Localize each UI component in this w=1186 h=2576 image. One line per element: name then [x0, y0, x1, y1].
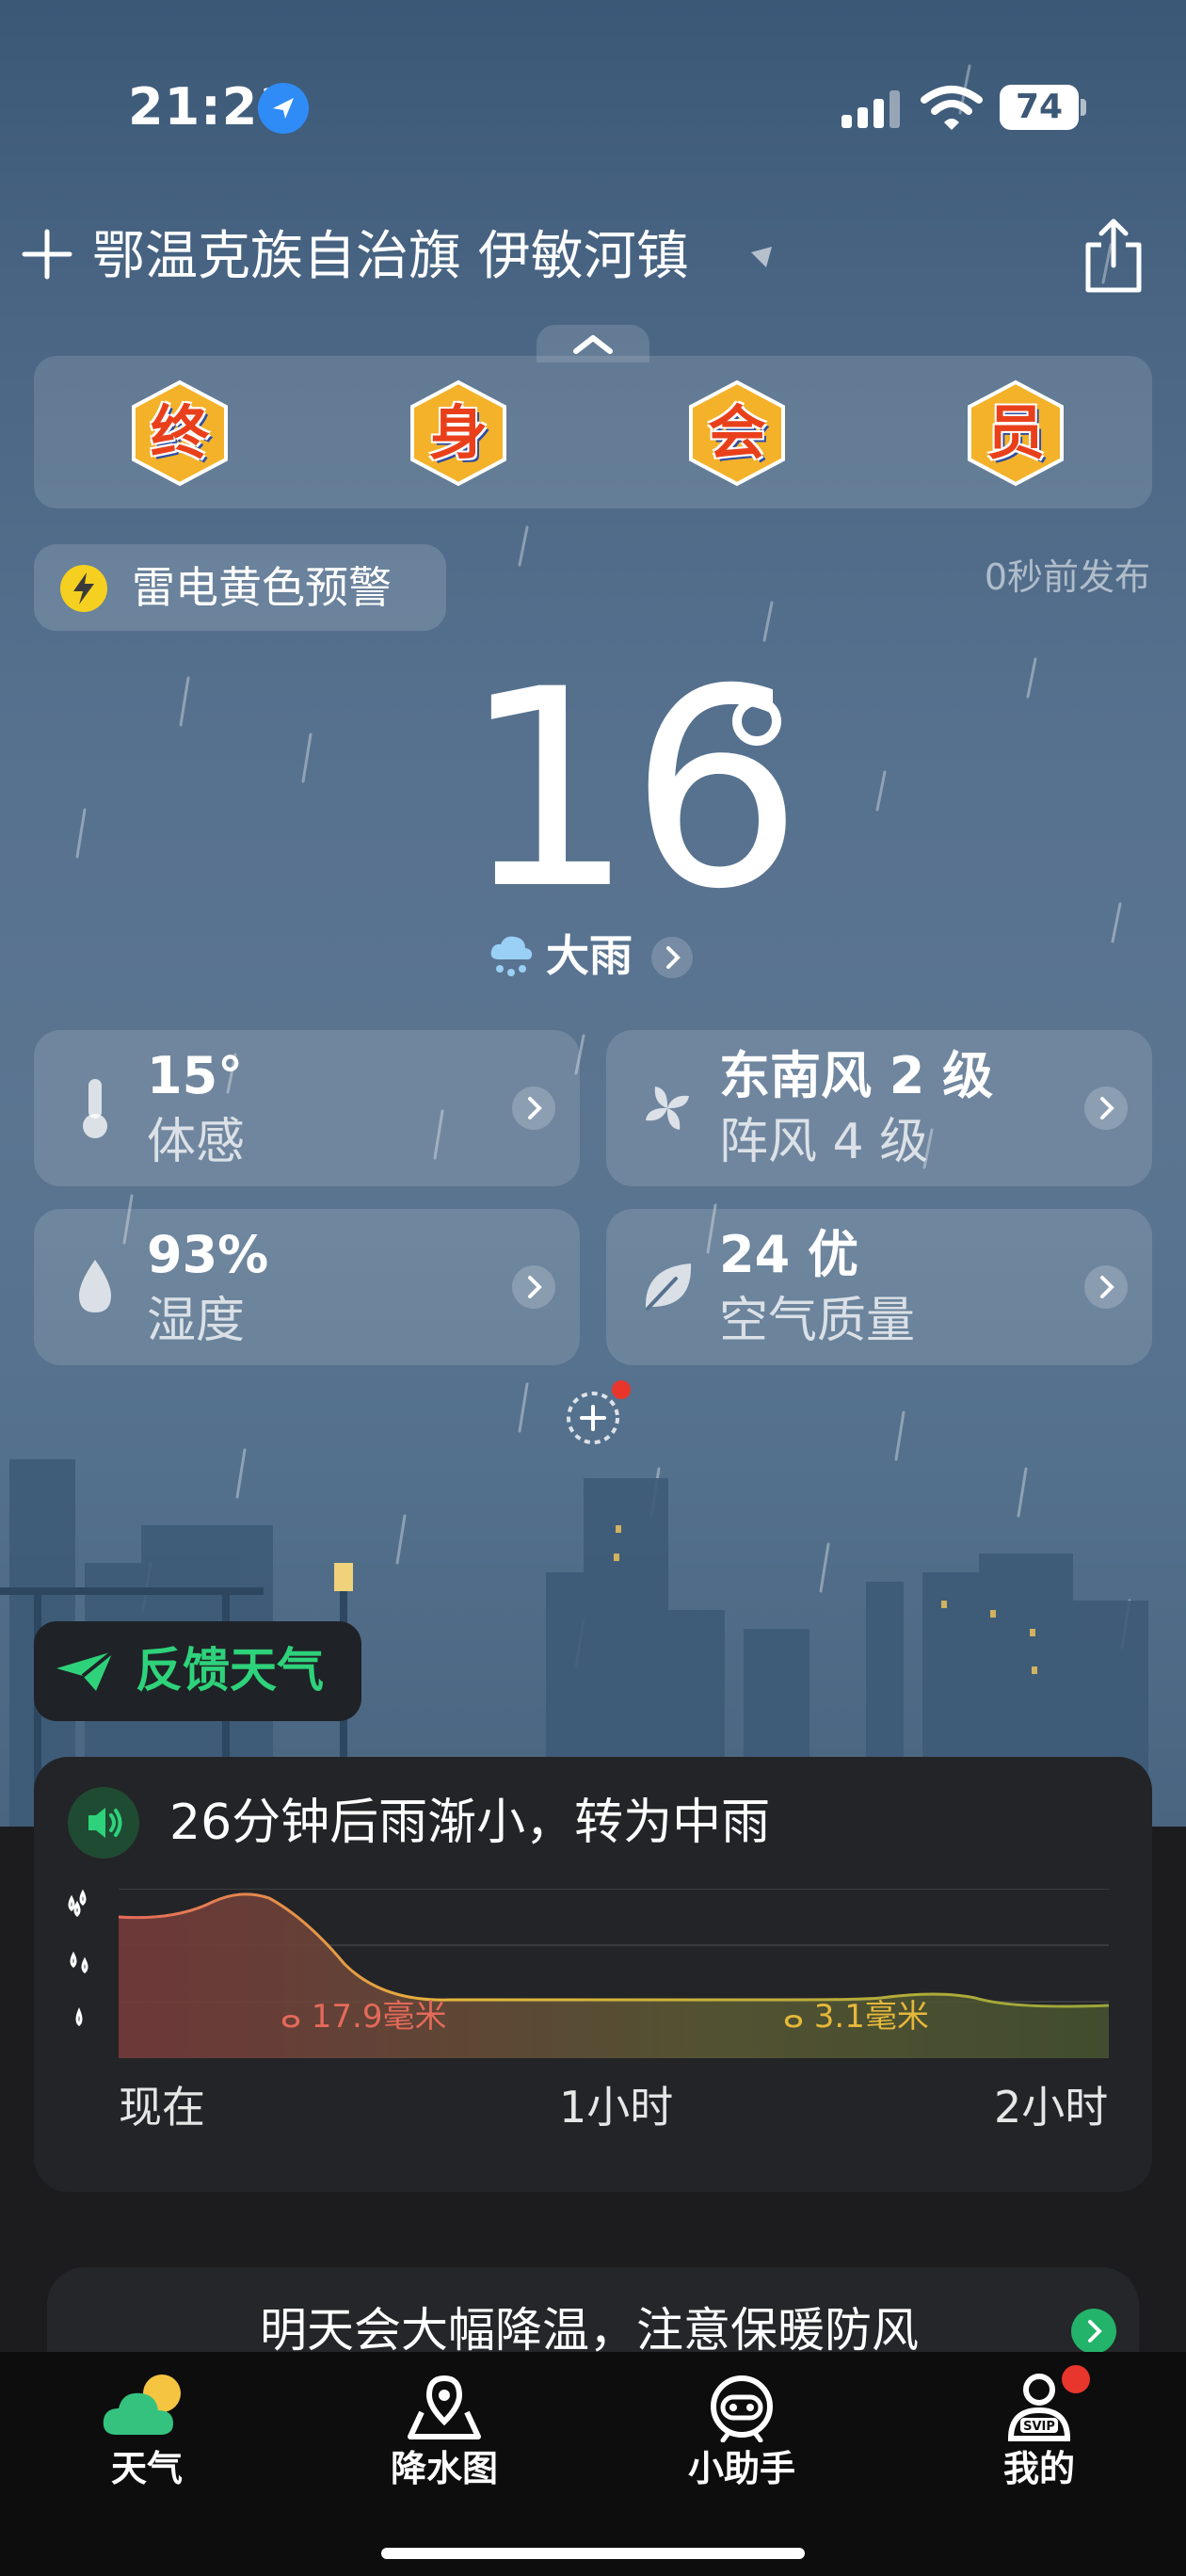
location-arrow-icon — [258, 83, 309, 134]
humidity-label: 湿度 — [147, 1293, 246, 1349]
chevron-right-icon — [1071, 2309, 1116, 2354]
add-city-button[interactable] — [19, 226, 75, 282]
x-label-now: 现在 — [119, 2082, 205, 2133]
condition-text: 大雨 — [546, 930, 633, 981]
x-label-2h: 2小时 — [994, 2082, 1109, 2133]
x-label-1h: 1小时 — [559, 2082, 674, 2133]
paper-plane-icon — [56, 1650, 115, 1691]
weather-icon — [103, 2375, 181, 2435]
battery-indicator: 74 — [1000, 85, 1086, 132]
speaker-icon[interactable] — [68, 1787, 139, 1859]
heavy-rain-icon — [490, 936, 533, 976]
aqi-value: 24 优 — [719, 1225, 858, 1284]
precipitation-chart — [68, 1889, 1110, 2058]
badge-1: 终 — [128, 378, 232, 488]
location-header: 鄂温克族自治旗 伊敏河镇 — [0, 207, 1186, 311]
alert-text: 雷电黄色预警 — [132, 562, 392, 613]
notification-dot — [612, 1380, 631, 1399]
feedback-label: 反馈天气 — [136, 1643, 324, 1698]
degree-symbol — [732, 697, 781, 746]
droplet-icon — [79, 1260, 111, 1312]
tab-profile[interactable]: SVIP 我的 — [936, 2371, 1143, 2503]
tab-precip-map-label: 降水图 — [390, 2448, 498, 2489]
badge-4: 员 — [964, 378, 1067, 488]
location-name[interactable]: 鄂温克族自治旗 伊敏河镇 — [92, 226, 689, 288]
badge-2: 身 — [407, 378, 510, 488]
profile-notification-dot — [1062, 2365, 1090, 2393]
peak-precip-value: 17.9毫米 — [311, 1998, 447, 2036]
current-condition[interactable]: 大雨 — [488, 927, 713, 984]
tab-weather[interactable]: 天气 — [43, 2371, 250, 2503]
current-temperature: 16 — [461, 632, 803, 949]
bottom-tab-bar: 天气 降水图 小助手 SVIP 我的 — [0, 2352, 1186, 2576]
cellular-signal-icon — [841, 90, 900, 128]
chevron-right-icon — [512, 1265, 555, 1309]
time-axis: 现在 1小时 2小时 — [34, 2077, 1152, 2143]
tab-assistant[interactable]: 小助手 — [638, 2371, 845, 2503]
membership-banner[interactable]: 终 身 会 员 — [34, 356, 1152, 508]
humidity-card[interactable]: 93% 湿度 — [34, 1209, 580, 1365]
feels-like-label: 体感 — [147, 1114, 246, 1170]
home-indicator — [381, 2548, 805, 2559]
lightning-icon — [60, 565, 107, 612]
thermometer-icon — [83, 1079, 107, 1138]
weather-alert[interactable]: 雷电黄色预警 — [34, 544, 446, 631]
tab-weather-label: 天气 — [110, 2448, 183, 2489]
chevron-right-icon — [651, 937, 693, 978]
air-quality-card[interactable]: 24 优 空气质量 — [606, 1209, 1152, 1365]
rainfall-area — [119, 1893, 1109, 2058]
chevron-right-icon — [1084, 1087, 1128, 1130]
wind-card[interactable]: 东南风 2 级 阵风 4 级 — [606, 1030, 1152, 1186]
wifi-icon — [921, 86, 983, 130]
tab-precip-map[interactable]: 降水图 — [341, 2371, 548, 2503]
forecast-summary: 26分钟后雨渐小，转为中雨 — [169, 1795, 771, 1851]
later-precip-value: 3.1毫米 — [813, 1998, 929, 2036]
aqi-label: 空气质量 — [719, 1293, 916, 1349]
badge-1-text: 终 — [150, 398, 209, 467]
tab-profile-label: 我的 — [1002, 2448, 1075, 2489]
location-dropdown-icon[interactable] — [749, 245, 774, 269]
humidity-value: 93% — [147, 1225, 269, 1284]
chevron-right-icon — [1084, 1265, 1128, 1309]
leaf-icon — [645, 1264, 692, 1311]
gust-label: 阵风 4 级 — [719, 1114, 929, 1170]
svip-text: SVIP — [1023, 2420, 1055, 2434]
feedback-weather-button[interactable]: 反馈天气 — [34, 1621, 361, 1721]
wind-value: 东南风 2 级 — [719, 1046, 994, 1105]
badge-4-text: 员 — [986, 398, 1045, 467]
tab-assistant-label: 小助手 — [687, 2448, 795, 2489]
badge-3-text: 会 — [707, 398, 766, 467]
battery-level: 74 — [1000, 85, 1079, 130]
status-bar: 21:21 74 — [0, 0, 1186, 217]
water-drops-icon: ⴰ — [280, 1998, 301, 2036]
assistant-icon — [711, 2375, 773, 2442]
precip-legend-icons — [68, 1889, 88, 2027]
fan-icon — [646, 1087, 689, 1130]
badge-3: 会 — [685, 378, 789, 488]
tip-text: 明天会大幅降温，注意保暖防风 — [260, 2303, 919, 2358]
map-pin-icon — [408, 2375, 481, 2439]
chevron-right-icon — [512, 1087, 555, 1130]
add-widget-button[interactable] — [565, 1390, 621, 1446]
publish-time: 0秒前发布 — [984, 556, 1150, 598]
badge-2-text: 身 — [428, 398, 488, 467]
peak-precip-label: ⴰ 17.9毫米 — [280, 1990, 447, 2037]
precipitation-forecast-card[interactable]: 26分钟后雨渐小，转为中雨 ⴰ 17.9毫米 ⴰ 3.1毫米 现在 1小时 2小… — [34, 1757, 1152, 2192]
share-button[interactable] — [1081, 217, 1146, 296]
chevron-up-icon — [573, 335, 613, 354]
water-drops-icon: ⴰ — [783, 1998, 804, 2036]
later-precip-label: ⴰ 3.1毫米 — [783, 1990, 929, 2037]
feels-like-card[interactable]: 15° 体感 — [34, 1030, 580, 1186]
feels-like-value: 15° — [147, 1046, 244, 1105]
